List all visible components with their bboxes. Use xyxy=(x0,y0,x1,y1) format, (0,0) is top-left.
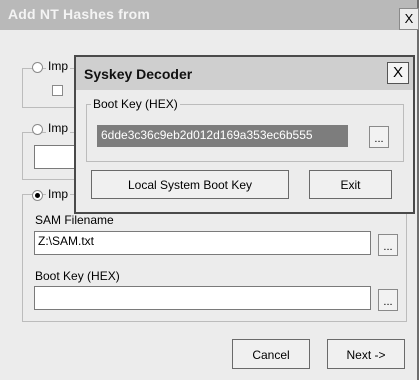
syskey-title-bar: Syskey Decoder xyxy=(76,57,413,90)
boot-key-label: Boot Key (HEX) xyxy=(35,269,120,283)
sam-filename-label: SAM Filename xyxy=(35,213,114,227)
title-bar: Add NT Hashes from xyxy=(0,0,417,30)
sam-filename-browse-button[interactable]: ... xyxy=(378,234,398,256)
syskey-boot-key-label: Boot Key (HEX) xyxy=(91,97,180,111)
import-option-label-3: Imp xyxy=(46,187,71,201)
import-option-label-1: Imp xyxy=(46,59,71,73)
close-icon: X xyxy=(404,11,414,26)
syskey-boot-key-input[interactable]: 6dde3c36c9eb2d012d169a353ec6b555 xyxy=(97,125,348,147)
syskey-browse-button[interactable]: ... xyxy=(369,126,389,148)
dialog-title: Add NT Hashes from xyxy=(8,6,151,22)
syskey-dialog-title: Syskey Decoder xyxy=(84,66,193,82)
syskey-close-button[interactable]: X xyxy=(387,62,409,84)
next-button[interactable]: Next -> xyxy=(327,339,405,369)
import-option-radio-3[interactable] xyxy=(32,190,43,201)
exit-button[interactable]: Exit xyxy=(309,170,392,199)
boot-key-input[interactable] xyxy=(34,286,371,310)
cancel-button[interactable]: Cancel xyxy=(232,339,310,369)
import-option-radio-2[interactable] xyxy=(32,124,43,135)
import-option-radio-1[interactable] xyxy=(32,62,43,73)
sam-filename-input[interactable]: Z:\SAM.txt xyxy=(34,231,371,255)
close-icon: X xyxy=(392,64,403,81)
boot-key-browse-button[interactable]: ... xyxy=(378,289,398,311)
import-option-label-2: Imp xyxy=(46,121,71,135)
import-option-checkbox[interactable] xyxy=(52,85,63,96)
close-button[interactable]: X xyxy=(399,8,419,30)
syskey-decoder-dialog: Syskey Decoder X Boot Key (HEX) 6dde3c36… xyxy=(74,55,415,214)
local-system-boot-key-button[interactable]: Local System Boot Key xyxy=(91,170,289,199)
